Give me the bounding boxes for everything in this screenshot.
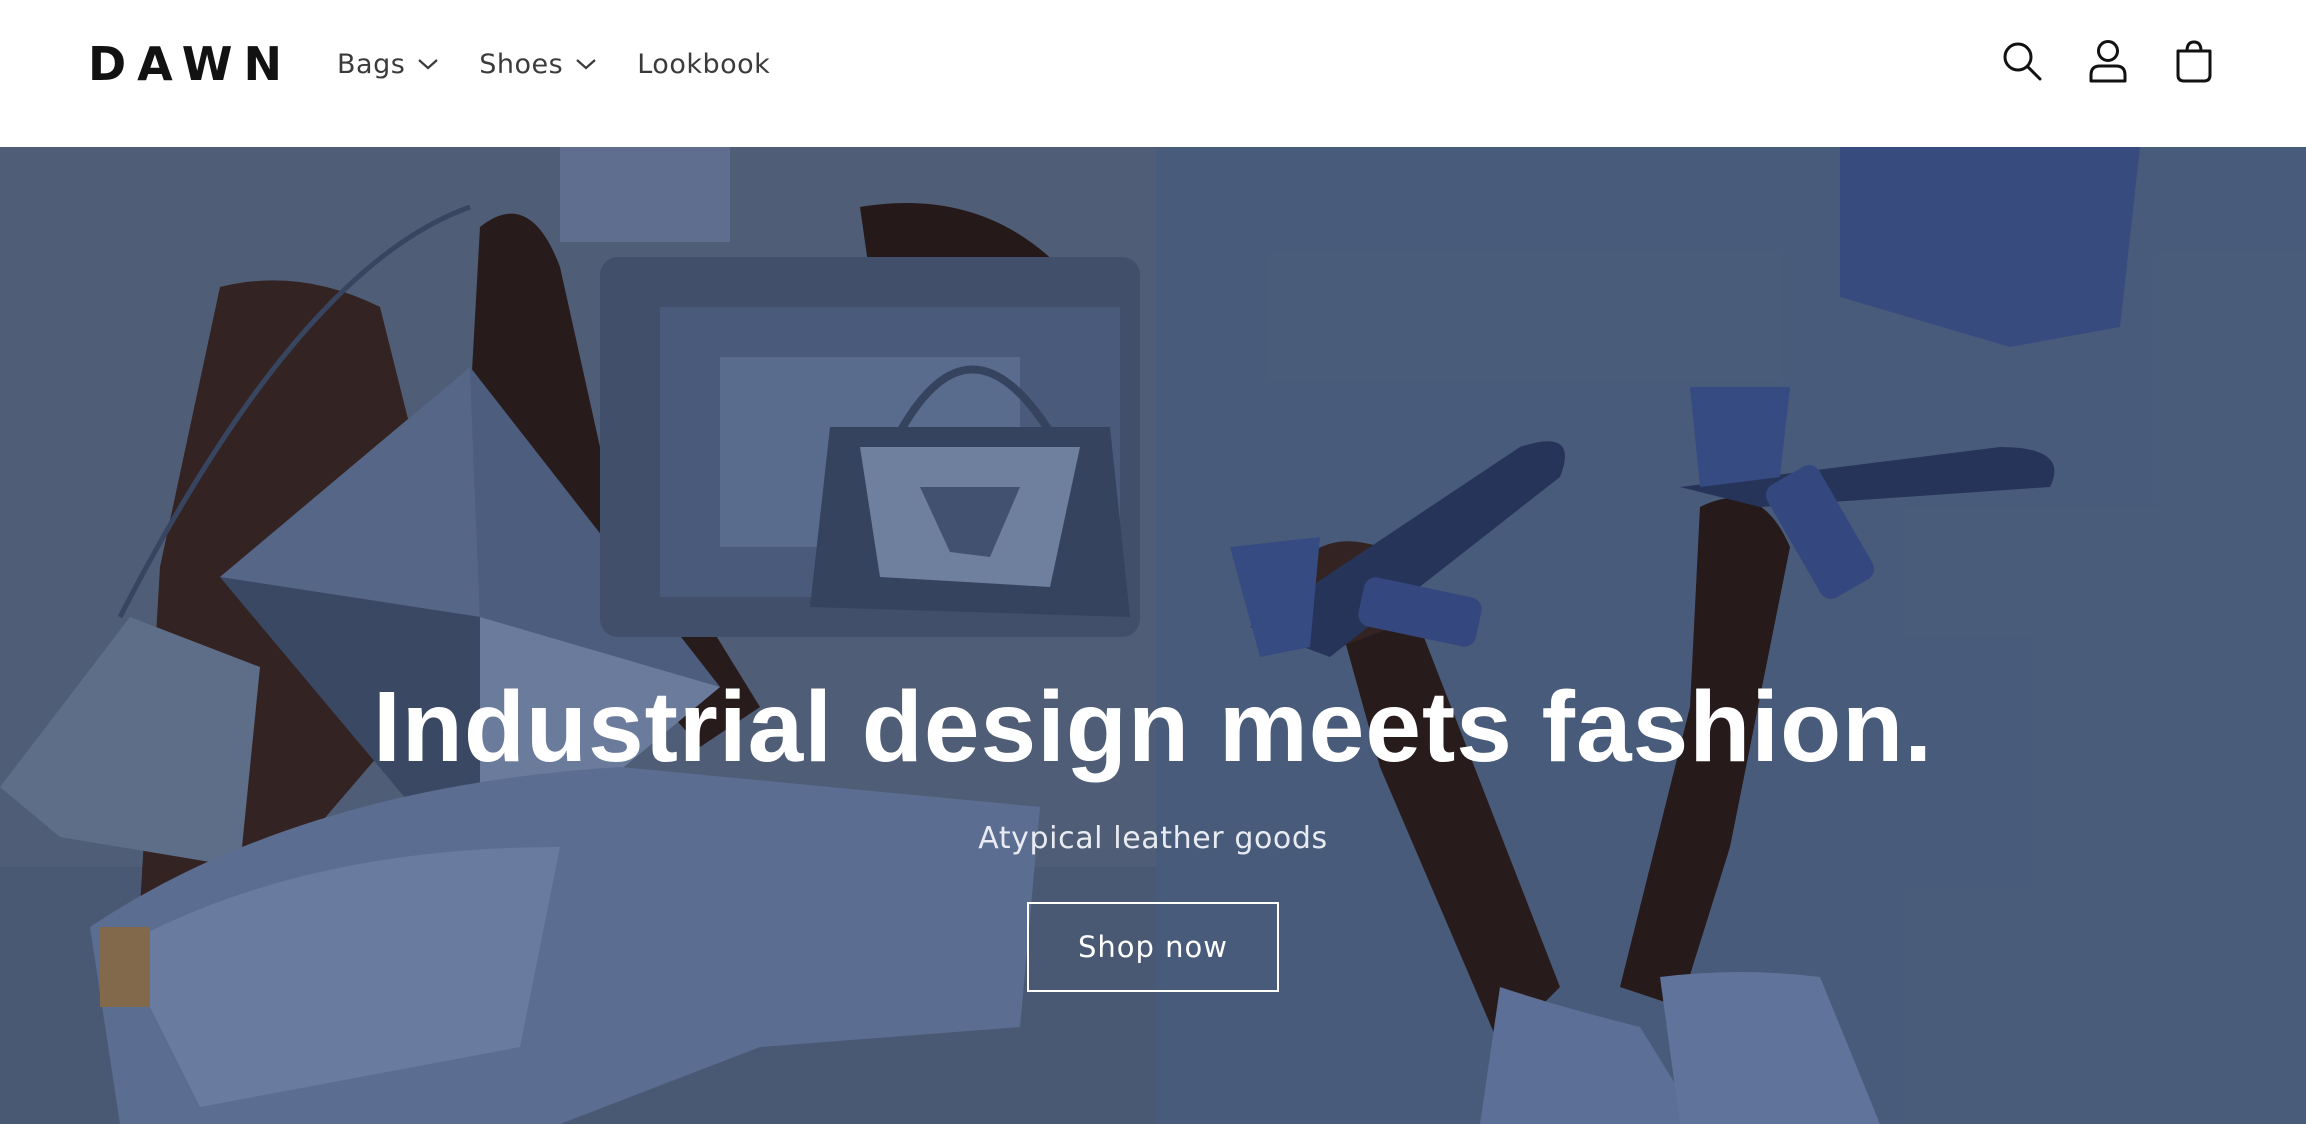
nav-item-lookbook[interactable]: Lookbook (637, 49, 770, 80)
nav-item-shoes[interactable]: Shoes (479, 49, 597, 80)
nav-item-bags[interactable]: Bags (337, 49, 439, 80)
nav-item-label: Bags (337, 48, 406, 80)
shop-now-button[interactable]: Shop now (1027, 902, 1279, 992)
nav-item-label: Lookbook (637, 48, 771, 80)
account-icon (2089, 40, 2127, 83)
hero-title: Industrial design meets fashion. (372, 671, 1934, 783)
hero-banner: Industrial design meets fashion. Atypica… (0, 147, 2306, 1124)
search-icon (2003, 42, 2042, 81)
hero-content: Industrial design meets fashion. Atypica… (0, 667, 2306, 992)
cart-button[interactable] (2170, 37, 2218, 85)
site-logo[interactable]: DAWN (88, 36, 293, 92)
search-button[interactable] (1998, 37, 2046, 85)
chevron-down-icon (418, 59, 439, 70)
cart-icon (2176, 40, 2212, 83)
chevron-down-icon (576, 59, 596, 70)
header-icons (1960, 37, 2218, 85)
hero-subtitle: Atypical leather goods (978, 821, 1328, 856)
nav-item-label: Shoes (479, 48, 564, 80)
main-nav: Bags Shoes Lookbook (337, 44, 810, 84)
account-button[interactable] (2084, 37, 2132, 85)
site-header: DAWN Bags Shoes Lookbook (0, 0, 2306, 147)
